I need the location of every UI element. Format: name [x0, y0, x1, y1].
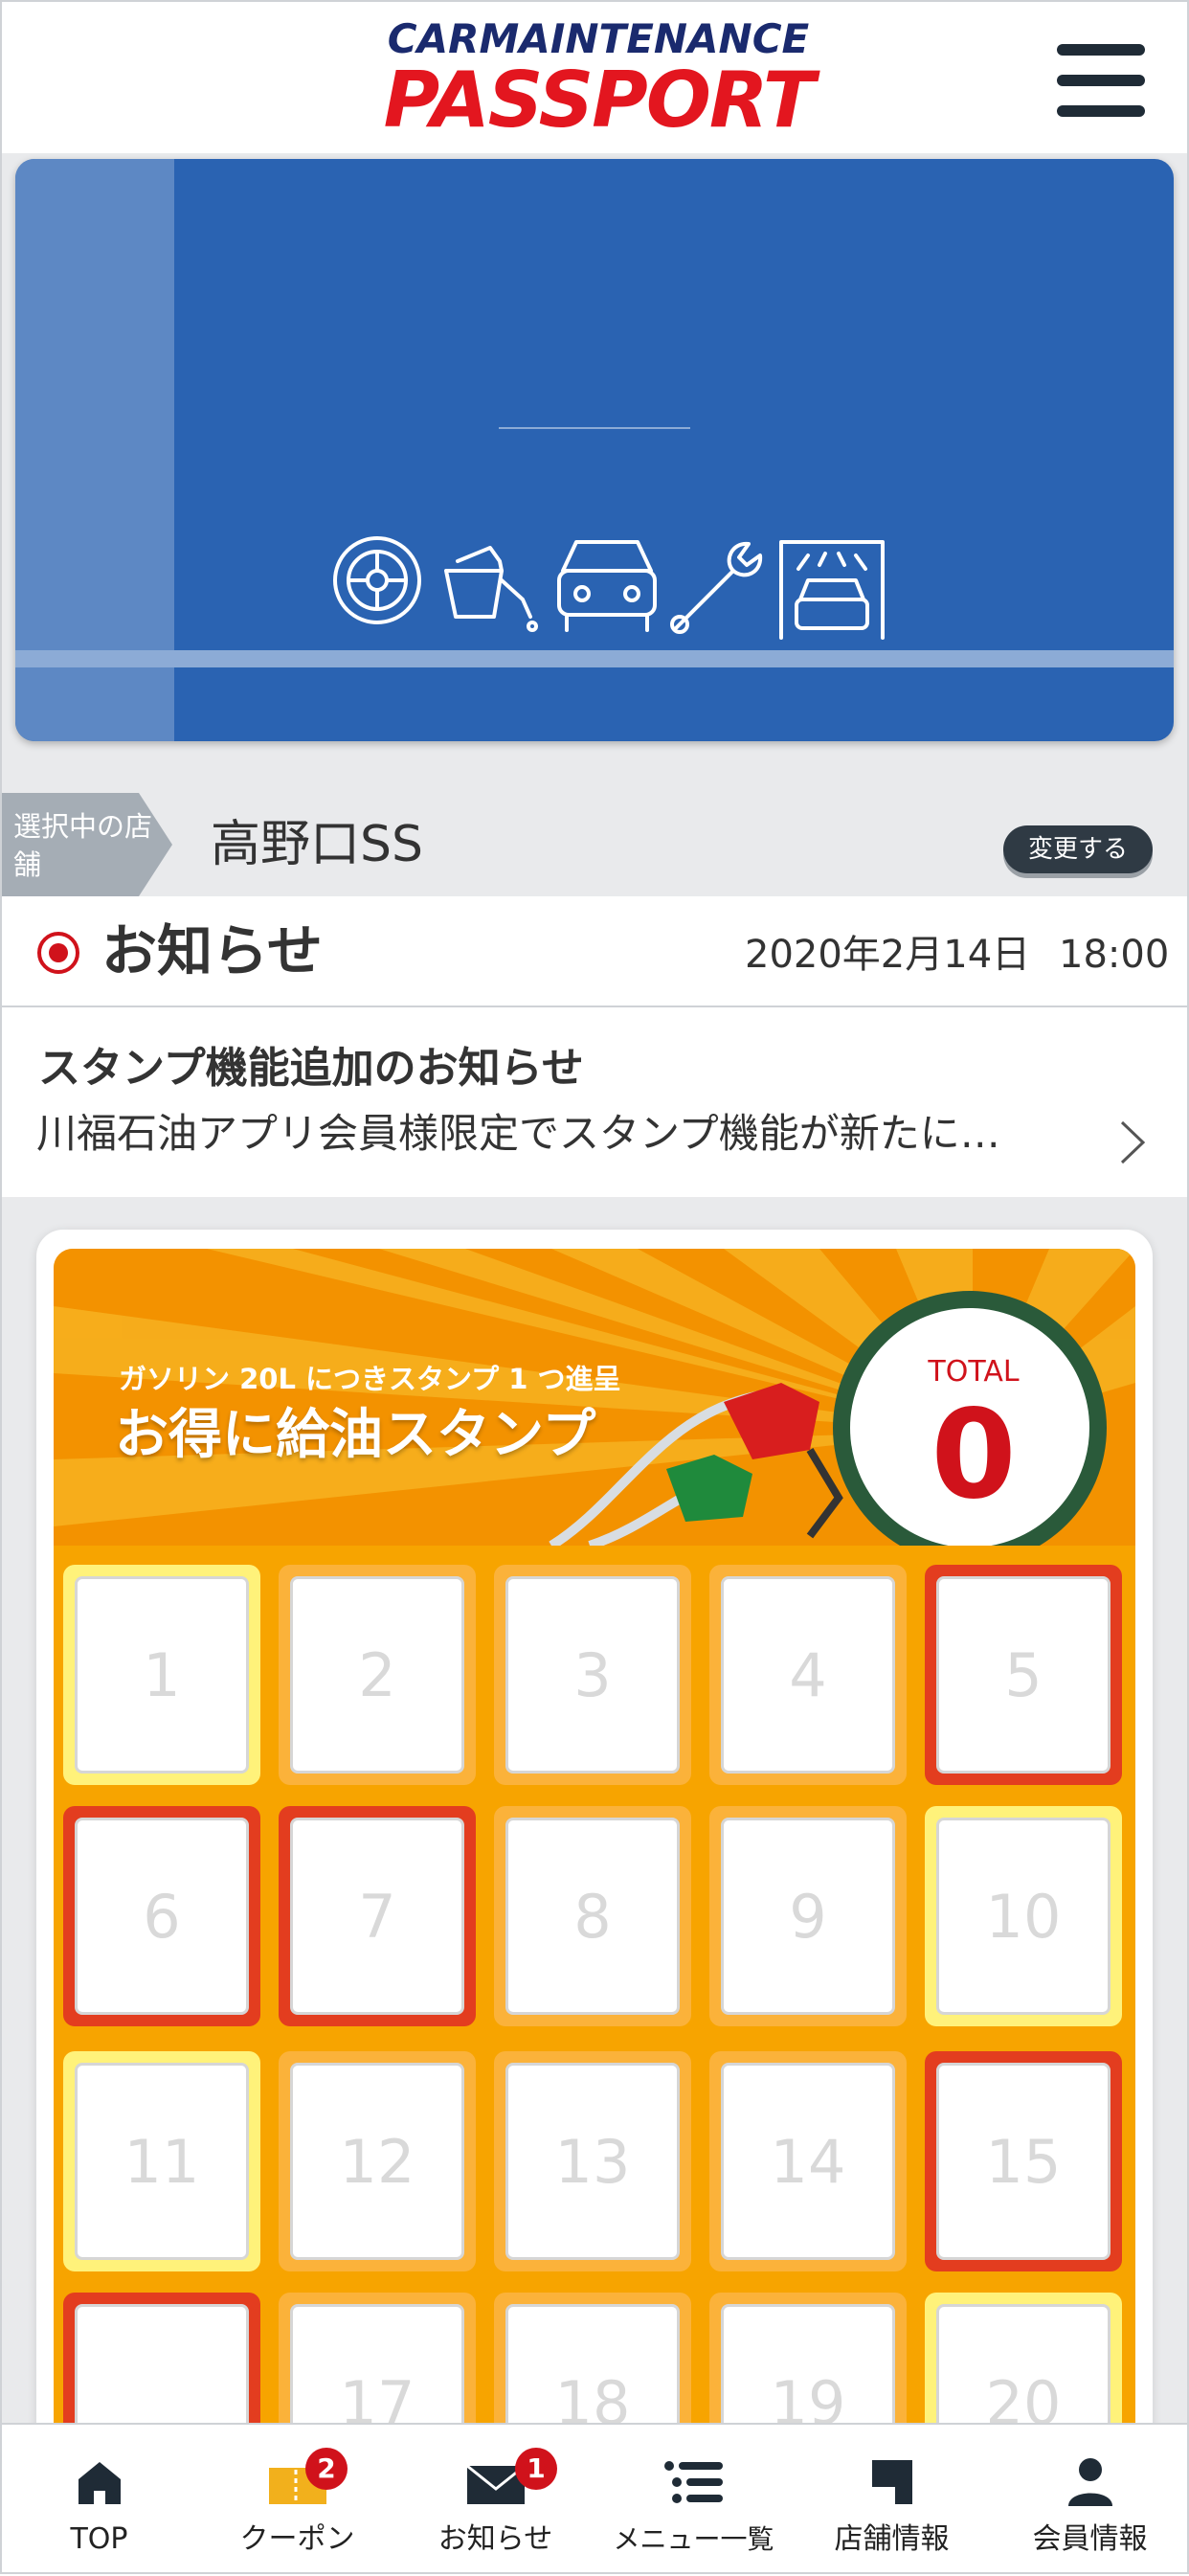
stamp-cell: 10 — [925, 1806, 1122, 2026]
tab-label: お知らせ — [437, 2522, 553, 2556]
app-logo: CARMAINTENANCE PASSPORT — [373, 17, 823, 142]
store-icon — [793, 2453, 991, 2511]
stamp-cell: 1 — [63, 1565, 260, 1785]
tab-label: メニュー一覧 — [613, 2523, 774, 2555]
tab-top[interactable]: TOP — [0, 2425, 198, 2576]
stamp-cell: 4 — [709, 1565, 907, 1785]
chevron-right-icon — [1120, 1120, 1146, 1164]
tab-label: クーポン — [239, 2522, 355, 2556]
stamp-cell: 14 — [709, 2051, 907, 2271]
stamp-cell: 11 — [63, 2051, 260, 2271]
stamp-cell: 7 — [279, 1806, 476, 2026]
stamp-cell: 9 — [709, 1806, 907, 2026]
total-value: 0 — [931, 1384, 1017, 1526]
bottom-tab-bar: TOP 2 クーポン 1 お知らせ メニュー一覧 店舗情報 会員情報 — [0, 2423, 1189, 2576]
stamp-cell: 13 — [494, 2051, 691, 2271]
news-section-title: お知らせ — [101, 918, 323, 983]
banner-stripe — [15, 650, 1174, 667]
tab-news[interactable]: 1 お知らせ — [396, 2425, 594, 2576]
app-header: CARMAINTENANCE PASSPORT — [0, 0, 1189, 153]
tab-label: 店舗情報 — [834, 2522, 950, 2556]
logo-bottom-text: PASSPORT — [383, 56, 816, 145]
news-list-item[interactable]: スタンプ機能追加のお知らせ 川福石油アプリ会員様限定でスタンプ機能が新たに… — [0, 1007, 1189, 1197]
news-item-body: 川福石油アプリ会員様限定でスタンプ機能が新たに… — [36, 1110, 1000, 1157]
stamp-cell: 2 — [279, 1565, 476, 1785]
person-icon — [991, 2453, 1189, 2511]
news-item-title: スタンプ機能追加のお知らせ — [38, 1044, 584, 1093]
car-icon — [557, 540, 657, 632]
home-icon — [0, 2453, 198, 2511]
change-store-button[interactable]: 変更する — [1003, 825, 1153, 873]
oil-can-icon — [444, 546, 538, 632]
banner-divider — [499, 427, 690, 429]
stamp-cell: 15 — [925, 2051, 1122, 2271]
stamp-card-banner: ガソリン 20L につきスタンプ 1 つ進呈 お得に給油スタンプ TOTAL 0 — [54, 1249, 1135, 1546]
stamp-card: ガソリン 20L につきスタンプ 1 つ進呈 お得に給油スタンプ TOTAL 0… — [36, 1230, 1153, 2532]
store-tag-label: 選択中の店舗 — [13, 810, 153, 881]
tab-coupon[interactable]: 2 クーポン — [198, 2425, 396, 2576]
stamp-cell: 3 — [494, 1565, 691, 1785]
mail-icon — [396, 2453, 594, 2511]
tire-icon — [333, 536, 421, 624]
car-wash-icon — [779, 540, 885, 640]
selected-store-bar: 選択中の店舗 高野口SS 変更する — [0, 793, 1189, 896]
hero-banner — [15, 159, 1174, 741]
stamp-cell: 8 — [494, 1806, 691, 2026]
tab-member-info[interactable]: 会員情報 — [991, 2425, 1189, 2576]
stamp-title: お得に給油スタンプ — [115, 1404, 596, 1466]
store-name: 高野口SS — [211, 816, 424, 873]
coupon-icon — [198, 2453, 396, 2511]
news-time: 18:00 — [1059, 933, 1170, 977]
news-badge: 1 — [515, 2448, 557, 2490]
news-date: 2020年2月14日 — [745, 933, 1031, 977]
stamp-cell: 5 — [925, 1565, 1122, 1785]
stamp-grid: 1 2 3 4 5 6 7 8 9 10 11 12 13 14 15 16 1… — [54, 1546, 1135, 2532]
hamburger-menu-icon[interactable] — [1053, 38, 1149, 124]
stamp-cell: 6 — [63, 1806, 260, 2026]
stamp-subtitle: ガソリン 20L につきスタンプ 1 つ進呈 — [119, 1363, 621, 1395]
tab-menu-list[interactable]: メニュー一覧 — [594, 2425, 793, 2576]
target-icon — [37, 932, 79, 974]
stamp-cell: 12 — [279, 2051, 476, 2271]
tab-label: 会員情報 — [1032, 2522, 1148, 2556]
list-icon — [594, 2453, 793, 2511]
coupon-badge: 2 — [305, 2448, 348, 2490]
news-section-header: お知らせ 2020年2月14日 18:00 — [0, 896, 1189, 1007]
tab-label: TOP — [70, 2522, 128, 2556]
wrench-icon — [670, 541, 763, 634]
total-badge: TOTAL 0 — [833, 1291, 1107, 1546]
banner-service-icons — [333, 536, 885, 640]
tab-store-info[interactable]: 店舗情報 — [793, 2425, 991, 2576]
